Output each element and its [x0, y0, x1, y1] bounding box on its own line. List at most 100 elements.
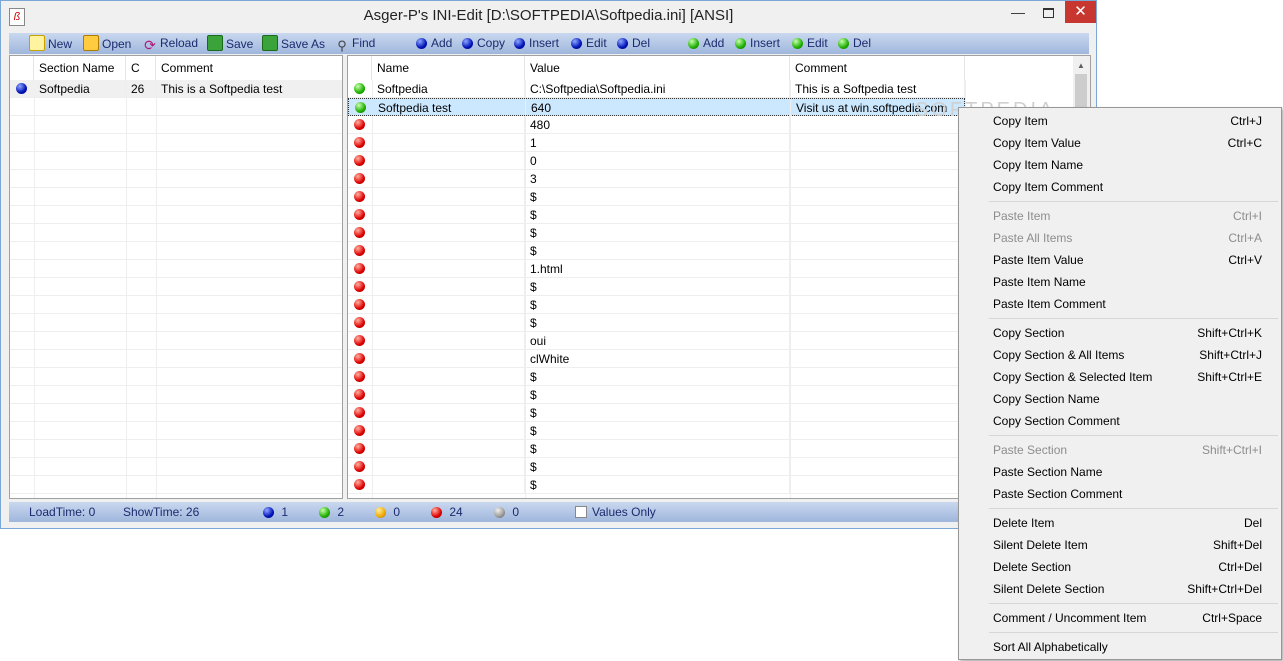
- section-del-button[interactable]: Del: [617, 35, 650, 52]
- item-row[interactable]: Softpedia test 640 Visit us at win.softped…: [348, 98, 966, 117]
- menu-item[interactable]: Copy Section & All Items Shift+Ctrl+J: [959, 344, 1281, 366]
- item-row[interactable]: $: [348, 224, 965, 242]
- item-row[interactable]: 480: [348, 116, 965, 134]
- item-row[interactable]: clWhite: [348, 350, 965, 368]
- section-row[interactable]: [10, 350, 342, 368]
- section-row[interactable]: [10, 422, 342, 440]
- menu-item[interactable]: Comment / Uncomment Item Ctrl+Space: [959, 607, 1281, 629]
- close-button[interactable]: ✕: [1065, 1, 1096, 23]
- section-row[interactable]: [10, 458, 342, 476]
- menu-item[interactable]: Paste Item Ctrl+I: [959, 205, 1281, 227]
- menu-item[interactable]: Silent Delete Item Shift+Del: [959, 534, 1281, 556]
- section-row[interactable]: [10, 386, 342, 404]
- section-row[interactable]: Softpedia 26 This is a Softpedia test: [10, 80, 342, 98]
- section-row[interactable]: [10, 98, 342, 116]
- item-row[interactable]: 1: [348, 134, 965, 152]
- blue-ball-icon: [263, 507, 274, 518]
- menu-item[interactable]: Silent Delete Section Shift+Ctrl+Del: [959, 578, 1281, 600]
- menu-item[interactable]: Copy Section Shift+Ctrl+K: [959, 322, 1281, 344]
- checkbox-icon[interactable]: [575, 506, 587, 518]
- item-row[interactable]: 1.html: [348, 260, 965, 278]
- save-as-button[interactable]: Save As: [262, 35, 325, 52]
- item-row[interactable]: 3: [348, 170, 965, 188]
- item-row[interactable]: $: [348, 404, 965, 422]
- section-row[interactable]: [10, 404, 342, 422]
- maximize-button[interactable]: [1033, 1, 1063, 23]
- item-row[interactable]: $: [348, 278, 965, 296]
- item-row[interactable]: oui: [348, 332, 965, 350]
- section-row[interactable]: [10, 224, 342, 242]
- new-button[interactable]: New: [29, 35, 72, 52]
- section-name-column-header[interactable]: Section Name: [34, 56, 126, 80]
- section-row[interactable]: [10, 476, 342, 494]
- section-row[interactable]: [10, 242, 342, 260]
- reload-button[interactable]: ⟳ Reload: [143, 35, 198, 52]
- section-row[interactable]: [10, 278, 342, 296]
- section-row[interactable]: [10, 152, 342, 170]
- item-row[interactable]: $: [348, 422, 965, 440]
- save-button[interactable]: Save: [207, 35, 253, 52]
- section-row[interactable]: [10, 170, 342, 188]
- open-button[interactable]: Open: [83, 35, 131, 52]
- section-add-button[interactable]: Add: [416, 35, 452, 52]
- sections-list[interactable]: Section Name C Comment Softpedia 26 This i…: [9, 55, 343, 499]
- menu-item[interactable]: Paste Section Name: [959, 461, 1281, 483]
- item-row[interactable]: $: [348, 368, 965, 386]
- section-copy-button[interactable]: Copy: [462, 35, 505, 52]
- item-row[interactable]: $: [348, 206, 965, 224]
- menu-item[interactable]: Sort All Alphabetically: [959, 636, 1281, 658]
- item-add-button[interactable]: Add: [688, 35, 724, 52]
- item-value-column-header[interactable]: Value: [525, 56, 790, 80]
- item-comment-column-header[interactable]: Comment: [790, 56, 965, 80]
- item-row[interactable]: $: [348, 242, 965, 260]
- item-row[interactable]: $: [348, 314, 965, 332]
- section-icon-column-header[interactable]: [10, 56, 34, 80]
- menu-item[interactable]: Copy Section Name: [959, 388, 1281, 410]
- section-row[interactable]: [10, 188, 342, 206]
- values-only-checkbox[interactable]: Values Only: [575, 504, 656, 520]
- minimize-button[interactable]: —: [1003, 1, 1033, 23]
- menu-item[interactable]: Paste All Items Ctrl+A: [959, 227, 1281, 249]
- item-row[interactable]: $: [348, 188, 965, 206]
- menu-item[interactable]: Delete Item Del: [959, 512, 1281, 534]
- section-edit-button[interactable]: Edit: [571, 35, 607, 52]
- section-comment-column-header[interactable]: Comment: [156, 56, 342, 80]
- section-row[interactable]: [10, 314, 342, 332]
- section-row[interactable]: [10, 296, 342, 314]
- item-icon-column-header[interactable]: [348, 56, 372, 80]
- menu-item[interactable]: Copy Item Name: [959, 154, 1281, 176]
- section-row[interactable]: [10, 134, 342, 152]
- item-row[interactable]: Softpedia C:\Softpedia\Softpedia.ini This …: [348, 80, 965, 98]
- menu-item[interactable]: Paste Item Comment: [959, 293, 1281, 315]
- section-row[interactable]: [10, 332, 342, 350]
- menu-item[interactable]: Copy Item Comment: [959, 176, 1281, 198]
- section-row[interactable]: [10, 206, 342, 224]
- menu-item[interactable]: Delete Section Ctrl+Del: [959, 556, 1281, 578]
- menu-item[interactable]: Paste Section Comment: [959, 483, 1281, 505]
- menu-item[interactable]: Paste Item Value Ctrl+V: [959, 249, 1281, 271]
- section-insert-button[interactable]: Insert: [514, 35, 559, 52]
- menu-item[interactable]: Paste Section Shift+Ctrl+I: [959, 439, 1281, 461]
- item-del-button[interactable]: Del: [838, 35, 871, 52]
- section-row[interactable]: [10, 260, 342, 278]
- scroll-up-icon[interactable]: ▲: [1077, 61, 1085, 70]
- section-row[interactable]: [10, 440, 342, 458]
- menu-item[interactable]: Paste Item Name: [959, 271, 1281, 293]
- item-row[interactable]: $: [348, 458, 965, 476]
- menu-item[interactable]: Copy Item Ctrl+J: [959, 110, 1281, 132]
- item-row[interactable]: $: [348, 440, 965, 458]
- item-row[interactable]: 0: [348, 152, 965, 170]
- section-count-column-header[interactable]: C: [126, 56, 156, 80]
- menu-item[interactable]: Copy Section Comment: [959, 410, 1281, 432]
- item-edit-button[interactable]: Edit: [792, 35, 828, 52]
- menu-item[interactable]: Copy Item Value Ctrl+C: [959, 132, 1281, 154]
- item-name-column-header[interactable]: Name: [372, 56, 525, 80]
- item-insert-button[interactable]: Insert: [735, 35, 780, 52]
- menu-item[interactable]: Copy Section & Selected Item Shift+Ctrl+E: [959, 366, 1281, 388]
- find-button[interactable]: ⚲ Find: [335, 35, 375, 53]
- section-row[interactable]: [10, 368, 342, 386]
- item-row[interactable]: $: [348, 386, 965, 404]
- section-row[interactable]: [10, 116, 342, 134]
- item-row[interactable]: $: [348, 476, 965, 494]
- item-row[interactable]: $: [348, 296, 965, 314]
